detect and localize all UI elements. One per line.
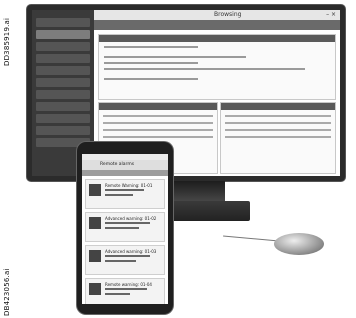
- phone-app-title: Remote alarms: [100, 162, 135, 167]
- window-controls[interactable]: – ×: [326, 11, 336, 18]
- sidebar-item[interactable]: [36, 102, 90, 111]
- sidebar-item-active[interactable]: [36, 30, 90, 39]
- sidebar-item[interactable]: [36, 114, 90, 123]
- panel-header: [99, 35, 335, 42]
- alarm-icon: [89, 217, 101, 229]
- table-row[interactable]: [225, 129, 331, 131]
- sidebar-item[interactable]: [36, 54, 90, 63]
- sidebar-item[interactable]: [36, 18, 90, 27]
- alarm-icon: [89, 283, 101, 295]
- alarm-title: Remote Warning: 01-01: [105, 183, 153, 188]
- text-line: [104, 46, 199, 48]
- alarm-card[interactable]: Remote warning: 01-04: [85, 278, 165, 304]
- panel-header: [221, 103, 335, 110]
- alarm-icon: [89, 184, 101, 196]
- illustration: DD385919.ai DB423056.ai Browsing – × Rem…: [0, 0, 356, 318]
- alarm-icon: [89, 250, 101, 262]
- table-row[interactable]: [225, 115, 331, 117]
- right-list-panel: [220, 102, 336, 174]
- desktop-monitor: Browsing – ×: [27, 5, 345, 181]
- panel-header: [99, 103, 217, 110]
- phone-screen: Remote alarms Remote Warning: 01-01 Adva…: [82, 154, 168, 304]
- table-row[interactable]: [103, 122, 213, 124]
- sidebar-item[interactable]: [36, 90, 90, 99]
- table-row[interactable]: [103, 136, 213, 138]
- sidebar-item[interactable]: [36, 42, 90, 51]
- mouse-cable: [223, 235, 279, 242]
- window-toolbar: [94, 20, 340, 30]
- phone-tab-bar[interactable]: [82, 170, 168, 176]
- figure-id-top: DD385919.ai: [3, 17, 11, 66]
- figure-id-bottom: DB423056.ai: [3, 268, 11, 316]
- alarm-title: Advanced warning: 01-02: [105, 216, 157, 221]
- summary-panel: [98, 34, 336, 100]
- sidebar-item[interactable]: [36, 78, 90, 87]
- computer-mouse: [274, 233, 324, 255]
- alarm-card[interactable]: Advanced warning: 01-02: [85, 212, 165, 242]
- table-row[interactable]: [103, 115, 213, 117]
- table-row[interactable]: [225, 122, 331, 124]
- window-title: Browsing: [214, 11, 242, 18]
- text-line: [104, 62, 199, 64]
- table-row[interactable]: [103, 129, 213, 131]
- text-line: [104, 68, 305, 70]
- table-row[interactable]: [225, 136, 331, 138]
- alarm-card[interactable]: Advanced warning: 01-03: [85, 245, 165, 275]
- sidebar-item[interactable]: [36, 126, 90, 135]
- alarm-title: Advanced warning: 01-03: [105, 249, 157, 254]
- phone-app-bar: Remote alarms: [82, 160, 168, 170]
- text-line: [104, 78, 199, 80]
- monitor-neck: [165, 181, 225, 203]
- alarm-title: Remote warning: 01-04: [105, 282, 152, 287]
- smartphone: Remote alarms Remote Warning: 01-01 Adva…: [77, 142, 173, 314]
- text-line: [104, 56, 246, 58]
- alarm-card[interactable]: Remote Warning: 01-01: [85, 179, 165, 209]
- sidebar-item[interactable]: [36, 66, 90, 75]
